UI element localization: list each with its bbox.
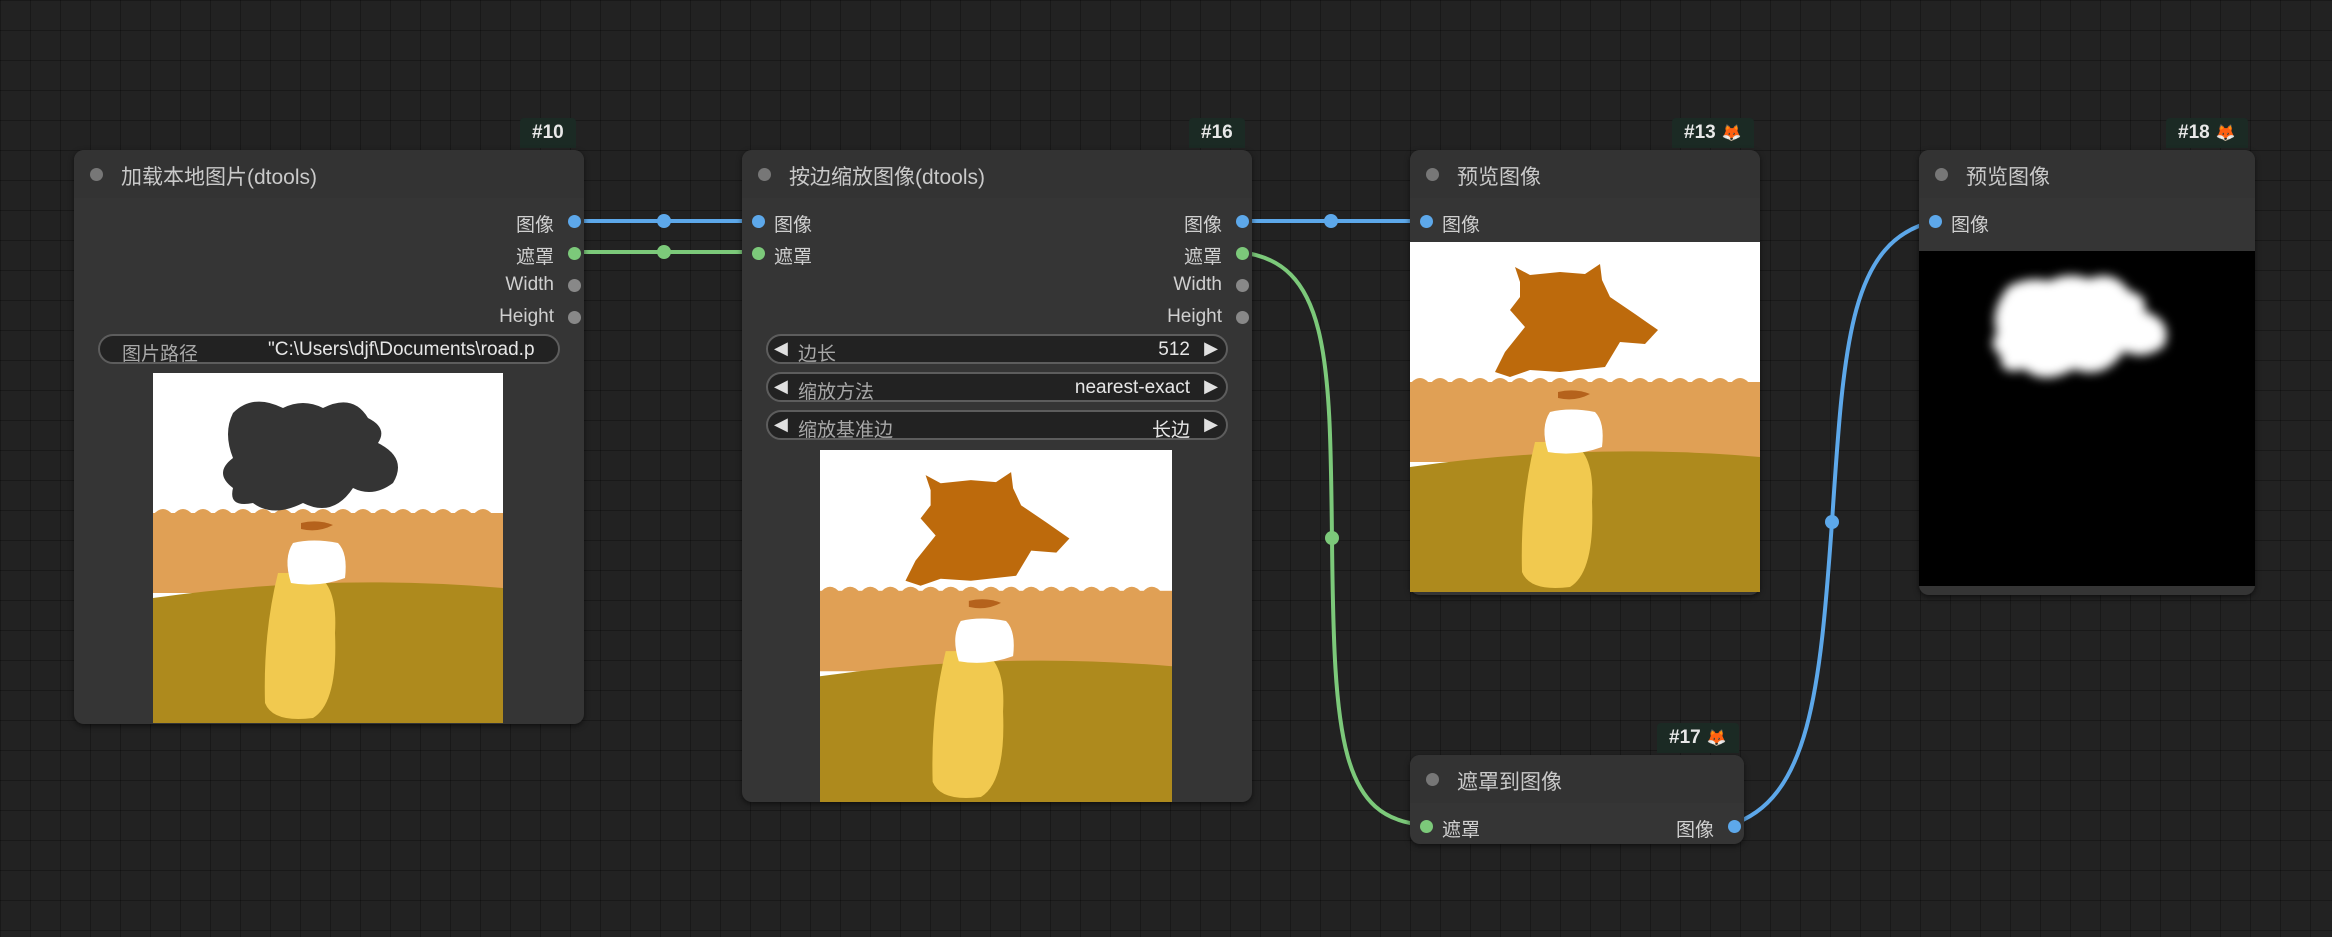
input-socket-image[interactable]	[1929, 215, 1942, 228]
edge-length-widget[interactable]: ◀ 边长 512 ▶	[766, 334, 1228, 365]
node-id: #18	[2178, 122, 2210, 143]
node-id: #16	[1201, 122, 1233, 143]
node-id-badge: #17 🦊	[1657, 723, 1739, 753]
link-image-17-18[interactable]	[1729, 219, 1936, 827]
node-title: 预览图像	[1966, 166, 2050, 189]
road-image	[153, 373, 503, 723]
output-socket-image[interactable]	[568, 215, 581, 228]
output-label-image: 图像	[515, 215, 554, 236]
triangle-right-icon[interactable]: ▶	[1204, 414, 1218, 435]
node-id-badge: #16	[1189, 118, 1245, 148]
widget-value: 长边	[1151, 420, 1190, 441]
fox-icon: 🦊	[1721, 125, 1742, 142]
node-title: 加载本地图片(dtools)	[121, 166, 318, 189]
triangle-left-icon[interactable]: ◀	[774, 376, 788, 397]
link-midpoint[interactable]	[657, 245, 671, 259]
node-title: 按边缩放图像(dtools)	[789, 166, 986, 189]
link-midpoint[interactable]	[657, 214, 671, 228]
node-title: 遮罩到图像	[1457, 771, 1562, 794]
widget-label: 图片路径	[122, 344, 199, 365]
output-label-height: Height	[499, 306, 554, 327]
widget-label: 缩放基准边	[798, 420, 894, 441]
input-label-image: 图像	[774, 215, 813, 236]
input-socket-mask[interactable]	[752, 247, 765, 260]
triangle-left-icon[interactable]: ◀	[774, 414, 788, 435]
link-midpoint[interactable]	[1324, 214, 1338, 228]
node-load-local-image[interactable]: 加载本地图片(dtools) 图像 遮罩 Width Height 图片路径 "…	[74, 150, 584, 724]
output-socket-mask[interactable]	[1236, 247, 1249, 260]
output-label-width: Width	[505, 274, 554, 295]
input-label-mask: 遮罩	[774, 247, 813, 268]
collapse-dot[interactable]	[1426, 168, 1439, 181]
image-preview	[1410, 242, 1760, 592]
node-id-badge: #10	[520, 118, 576, 148]
node-id: #13	[1684, 122, 1716, 143]
link-mask-16-17[interactable]	[1237, 250, 1427, 827]
image-preview	[153, 373, 503, 723]
output-socket-height[interactable]	[1236, 311, 1249, 324]
node-id: #10	[532, 122, 564, 143]
base-edge-widget[interactable]: ◀ 缩放基准边 长边 ▶	[766, 410, 1228, 441]
node-resize-by-edge[interactable]: 按边缩放图像(dtools) 图像 遮罩 图像 遮罩 Width Height …	[742, 150, 1252, 802]
fox-icon: 🦊	[2215, 125, 2236, 142]
image-preview	[1919, 251, 2255, 586]
triangle-right-icon[interactable]: ▶	[1204, 376, 1218, 397]
node-header[interactable]: 加载本地图片(dtools)	[74, 150, 584, 198]
triangle-right-icon[interactable]: ▶	[1204, 338, 1218, 359]
road-image	[1410, 242, 1760, 592]
collapse-dot[interactable]	[1935, 168, 1948, 181]
output-socket-width[interactable]	[568, 279, 581, 292]
node-id: #17	[1669, 727, 1701, 748]
widget-label: 边长	[798, 344, 837, 365]
output-label-mask: 遮罩	[1183, 247, 1222, 268]
link-midpoint[interactable]	[1325, 531, 1339, 545]
collapse-dot[interactable]	[758, 168, 771, 181]
node-header[interactable]: 按边缩放图像(dtools)	[742, 150, 1252, 198]
node-title: 预览图像	[1457, 166, 1541, 189]
road-image	[820, 450, 1172, 802]
image-preview	[820, 450, 1172, 802]
input-label-mask: 遮罩	[1442, 820, 1481, 841]
node-id-badge: #13 🦊	[1672, 118, 1754, 148]
output-label-mask: 遮罩	[515, 247, 554, 268]
output-socket-mask[interactable]	[568, 247, 581, 260]
collapse-dot[interactable]	[90, 168, 103, 181]
output-label-height: Height	[1167, 306, 1222, 327]
collapse-dot[interactable]	[1426, 773, 1439, 786]
input-label-image: 图像	[1442, 215, 1481, 236]
node-header[interactable]: 遮罩到图像	[1410, 755, 1744, 803]
input-socket-image[interactable]	[752, 215, 765, 228]
fox-icon: 🦊	[1706, 730, 1727, 747]
output-label-width: Width	[1173, 274, 1222, 295]
widget-value: nearest-exact	[1074, 377, 1190, 398]
triangle-left-icon[interactable]: ◀	[774, 338, 788, 359]
input-socket-image[interactable]	[1420, 215, 1433, 228]
link-midpoint[interactable]	[1825, 515, 1839, 529]
output-label-image: 图像	[1675, 820, 1714, 841]
output-socket-width[interactable]	[1236, 279, 1249, 292]
node-mask-to-image[interactable]: 遮罩到图像 遮罩 图像	[1410, 755, 1744, 844]
output-socket-image[interactable]	[1236, 215, 1249, 228]
input-socket-mask[interactable]	[1420, 820, 1433, 833]
output-label-image: 图像	[1183, 215, 1222, 236]
output-socket-height[interactable]	[568, 311, 581, 324]
image-path-field[interactable]: 图片路径 "C:\Users\djf\Documents\road.p	[98, 334, 560, 365]
widget-label: 缩放方法	[798, 382, 875, 403]
node-preview-mask-image[interactable]: 预览图像 图像	[1919, 150, 2255, 595]
input-label-image: 图像	[1951, 215, 1990, 236]
widget-value: 512	[1158, 339, 1190, 360]
node-preview-image[interactable]: 预览图像 图像	[1410, 150, 1760, 595]
output-socket-image[interactable]	[1728, 820, 1741, 833]
node-header[interactable]: 预览图像	[1919, 150, 2255, 198]
mask-image	[1919, 251, 2255, 586]
resize-method-widget[interactable]: ◀ 缩放方法 nearest-exact ▶	[766, 372, 1228, 403]
widget-value: "C:\Users\djf\Documents\road.p	[268, 339, 535, 360]
node-header[interactable]: 预览图像	[1410, 150, 1760, 198]
node-id-badge: #18 🦊	[2166, 118, 2248, 148]
